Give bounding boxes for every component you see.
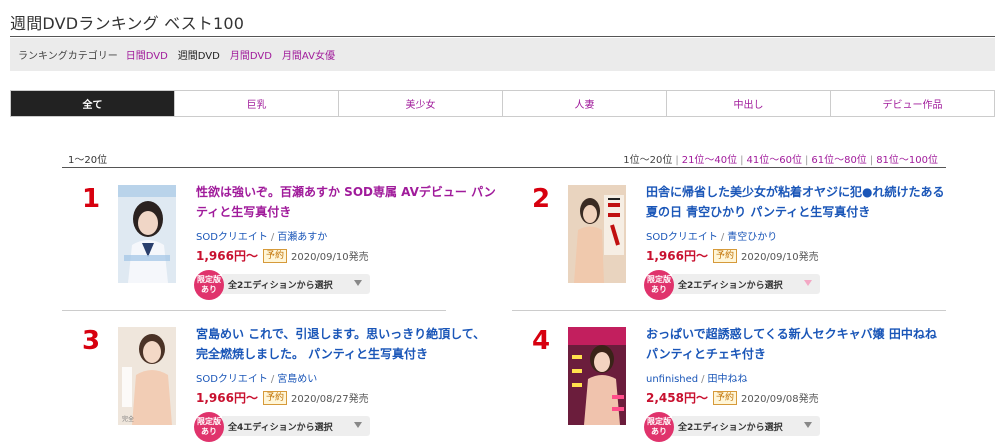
slash-separator: / — [701, 374, 705, 385]
maker-row: SODクリエイト / 百瀬あすか — [196, 228, 327, 243]
svg-text:完全: 完全 — [122, 415, 134, 423]
actress-link[interactable]: 青空ひかり — [727, 232, 777, 243]
actress-link[interactable]: 百瀬あすか — [277, 232, 327, 243]
edition-select[interactable]: 全2エディションから選択 — [222, 274, 370, 294]
ranking-category-bar: ランキングカテゴリー 日間DVD 週間DVD 月間DVD 月間AV女優 — [10, 38, 995, 71]
chevron-down-icon — [354, 422, 362, 428]
range-pagination: 1位〜20位 | 21位〜40位 | 41位〜60位 | 61位〜80位 | 81位〜100位 — [623, 151, 938, 166]
range-link-21-40[interactable]: 21位〜40位 — [682, 155, 737, 166]
limited-edition-badge: 限定版あり — [194, 412, 224, 442]
edition-select-label: 全2エディションから選択 — [678, 422, 783, 433]
price: 2,458円〜 — [646, 391, 708, 405]
maker-link[interactable]: unfinished — [646, 374, 698, 385]
range-separator: | — [740, 155, 744, 166]
range-separator: | — [869, 155, 874, 166]
limited-edition-badge: 限定版あり — [194, 270, 224, 300]
slash-separator: / — [720, 232, 725, 243]
maker-row: unfinished / 田中ねね — [646, 370, 748, 385]
price: 1,966円〜 — [196, 391, 258, 405]
ranking-item: 2 田舎に帰省した美少女が粘着オヤジに犯●れ続けたある夏の日 青空ひかり パンテ… — [512, 182, 952, 324]
release-date: 2020/09/10発売 — [290, 252, 369, 263]
range-separator: | — [804, 155, 809, 166]
price-row: 2,458円〜 予約 2020/09/08発売 — [646, 389, 819, 406]
edition-select-label: 全2エディションから選択 — [678, 280, 783, 291]
actress-link[interactable]: 田中ねね — [708, 374, 748, 385]
cover-image[interactable]: 完全 — [118, 327, 176, 425]
range-link-41-60[interactable]: 41位〜60位 — [747, 155, 802, 166]
edition-select[interactable]: 全2エディションから選択 — [672, 274, 820, 294]
chevron-down-icon — [354, 280, 362, 286]
tab-all[interactable]: 全て — [11, 91, 175, 116]
ranking-item: 4 おっぱいで超誘惑してくる新人セクキャバ嬢 田中ねね パンティとチェキ付き u… — [512, 324, 952, 447]
cover-image[interactable] — [118, 185, 176, 283]
item-title[interactable]: 田舎に帰省した美少女が粘着オヤジに犯●れ続けたある夏の日 青空ひかり パンティと… — [646, 182, 946, 222]
cover-image[interactable] — [568, 185, 626, 283]
chevron-down-icon — [804, 280, 812, 286]
tab-beautiful-girl[interactable]: 美少女 — [339, 91, 503, 116]
maker-row: SODクリエイト / 青空ひかり — [646, 228, 777, 243]
rank-number: 3 — [81, 326, 101, 356]
maker-row: SODクリエイト / 宮島めい — [196, 370, 317, 385]
rank-number: 2 — [531, 184, 551, 214]
edition-select-label: 全2エディションから選択 — [228, 280, 333, 291]
tab-debut[interactable]: デビュー作品 — [831, 91, 994, 116]
category-weekly-dvd[interactable]: 週間DVD — [178, 47, 220, 62]
page-title: 週間DVDランキング ベスト100 — [10, 14, 245, 33]
row-divider — [62, 310, 446, 311]
rank-number: 1 — [81, 184, 101, 214]
limited-edition-badge: 限定版あり — [644, 270, 674, 300]
price-row: 1,966円〜 予約 2020/09/10発売 — [196, 247, 369, 264]
tab-big-breasts[interactable]: 巨乳 — [175, 91, 339, 116]
genre-tabs: 全て 巨乳 美少女 人妻 中出し デビュー作品 — [10, 90, 995, 117]
reservation-badge: 予約 — [712, 390, 737, 405]
range-link-61-80[interactable]: 61位〜80位 — [811, 155, 866, 166]
release-date: 2020/09/10発売 — [740, 252, 819, 263]
range-separator: | — [675, 155, 679, 166]
reservation-badge: 予約 — [712, 248, 737, 263]
category-daily-dvd[interactable]: 日間DVD — [126, 47, 168, 62]
ranking-item: 1 性欲は強いぞ。百瀬あすか SOD専属 AVデビュー パンティと生写真付き S… — [62, 182, 502, 324]
release-date: 2020/08/27発売 — [290, 394, 369, 405]
category-label: ランキングカテゴリー — [18, 51, 118, 62]
price: 1,966円〜 — [646, 249, 708, 263]
price-row: 1,966円〜 予約 2020/09/10発売 — [646, 247, 819, 264]
chevron-down-icon — [804, 422, 812, 428]
row-divider — [512, 310, 946, 311]
price-row: 1,966円〜 予約 2020/08/27発売 — [196, 389, 369, 406]
item-title[interactable]: 性欲は強いぞ。百瀬あすか SOD専属 AVデビュー パンティと生写真付き — [196, 182, 496, 222]
price: 1,966円〜 — [196, 249, 258, 263]
reservation-badge: 予約 — [262, 248, 287, 263]
range-current: 1〜20位 — [68, 155, 108, 166]
edition-select[interactable]: 全2エディションから選択 — [672, 416, 820, 436]
range-link-1-20: 1位〜20位 — [623, 155, 673, 166]
maker-link[interactable]: SODクリエイト — [196, 374, 268, 385]
item-title[interactable]: おっぱいで超誘惑してくる新人セクキャバ嬢 田中ねね パンティとチェキ付き — [646, 324, 946, 364]
maker-link[interactable]: SODクリエイト — [196, 232, 268, 243]
ranking-item: 3 完全 宮島めい これで、引退します。思いっきり絶頂して、完全燃焼しました。 … — [62, 324, 502, 447]
actress-link[interactable]: 宮島めい — [277, 374, 317, 385]
maker-link[interactable]: SODクリエイト — [646, 232, 718, 243]
cover-image[interactable] — [568, 327, 626, 425]
reservation-badge: 予約 — [262, 390, 287, 405]
category-monthly-dvd[interactable]: 月間DVD — [230, 47, 272, 62]
category-monthly-actress[interactable]: 月間AV女優 — [282, 47, 335, 62]
edition-select-label: 全4エディションから選択 — [228, 422, 333, 433]
tab-creampie[interactable]: 中出し — [667, 91, 831, 116]
edition-select[interactable]: 全4エディションから選択 — [222, 416, 370, 436]
title-divider — [10, 36, 995, 37]
limited-edition-badge: 限定版あり — [644, 412, 674, 442]
tab-married-woman[interactable]: 人妻 — [503, 91, 667, 116]
slash-separator: / — [270, 232, 275, 243]
range-link-81-100[interactable]: 81位〜100位 — [876, 155, 938, 166]
item-title[interactable]: 宮島めい これで、引退します。思いっきり絶頂して、完全燃焼しました。 パンティと… — [196, 324, 496, 364]
range-row: 1〜20位 1位〜20位 | 21位〜40位 | 41位〜60位 | 61位〜80位 | 81位… — [62, 150, 946, 168]
release-date: 2020/09/08発売 — [740, 394, 819, 405]
rank-number: 4 — [531, 326, 551, 356]
slash-separator: / — [270, 374, 275, 385]
